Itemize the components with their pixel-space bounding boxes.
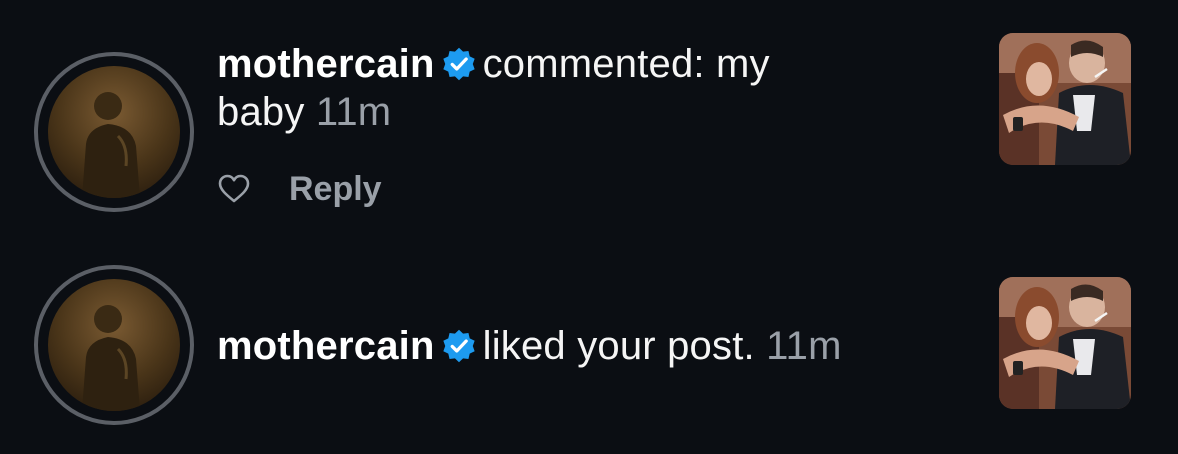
timestamp: 11m <box>315 90 392 134</box>
avatar-ring[interactable] <box>34 265 194 425</box>
username[interactable]: mothercain <box>217 42 435 86</box>
notification-text: mothercain commented: my baby 11m <box>217 40 857 136</box>
heart-outline-icon[interactable] <box>217 172 251 206</box>
verified-badge-icon <box>442 329 475 363</box>
post-thumbnail[interactable] <box>999 277 1131 409</box>
avatar[interactable] <box>48 66 180 198</box>
notification-text: mothercain liked your post. 11m <box>217 322 937 370</box>
avatar-ring[interactable] <box>34 52 194 212</box>
notification-action: liked your post. <box>482 324 755 368</box>
post-thumbnail[interactable] <box>999 33 1131 165</box>
post-thumbnail-image <box>999 277 1131 409</box>
username[interactable]: mothercain <box>217 324 435 368</box>
verified-badge-icon <box>442 47 475 81</box>
notification-like[interactable]: mothercain liked your post. 11m <box>0 230 1178 454</box>
reply-button[interactable]: Reply <box>289 170 382 209</box>
notification-comment[interactable]: mothercain commented: my baby 11m Reply <box>0 0 1178 230</box>
comment-actions: Reply <box>217 165 382 213</box>
timestamp: 11m <box>766 324 842 368</box>
avatar[interactable] <box>48 279 180 411</box>
post-thumbnail-image <box>999 33 1131 165</box>
